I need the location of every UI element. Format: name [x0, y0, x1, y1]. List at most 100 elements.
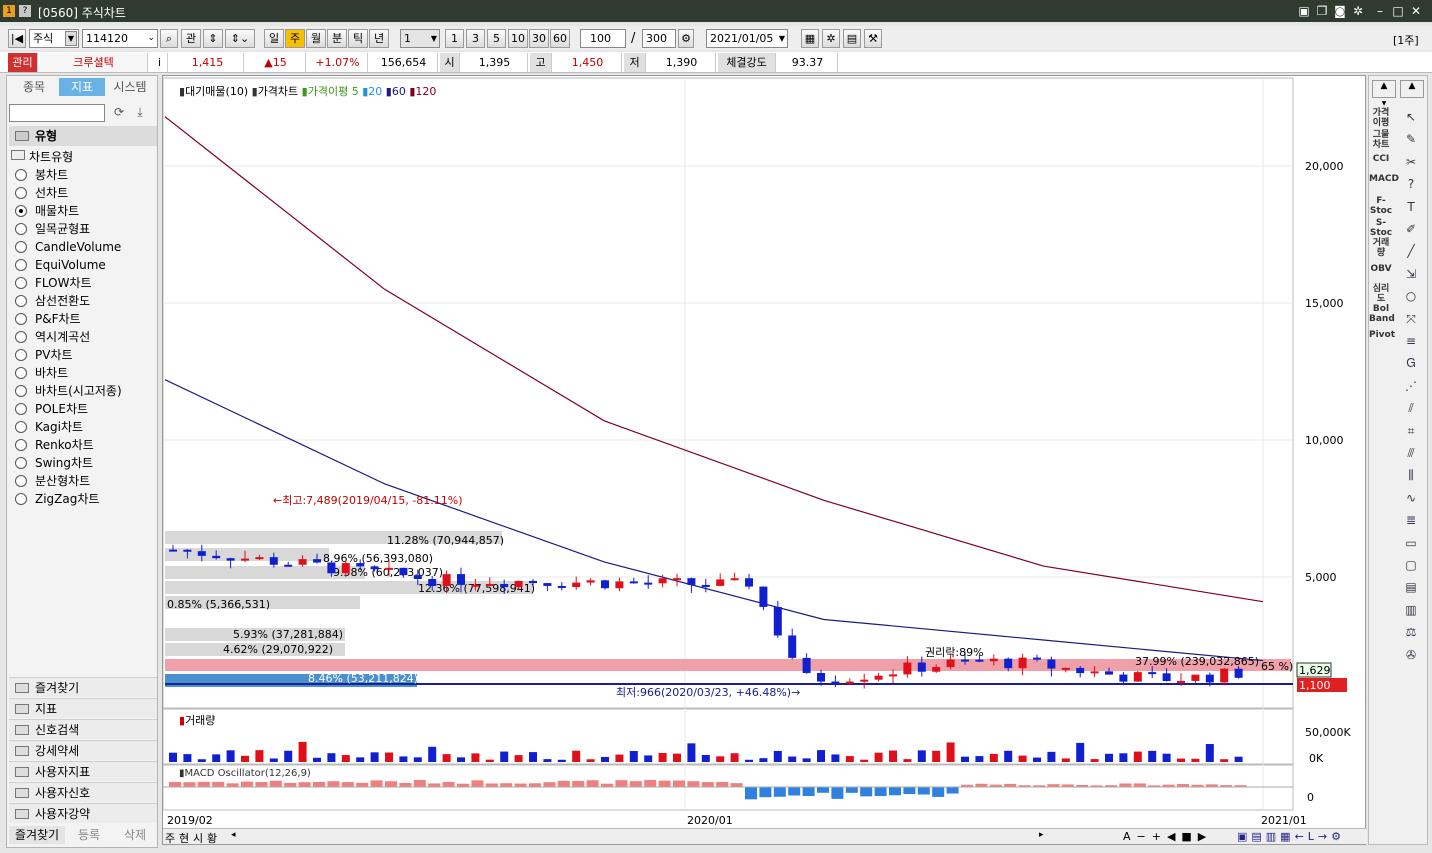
radio-button[interactable] [15, 241, 27, 253]
swap-icon[interactable]: ⇕ [203, 29, 223, 48]
radio-button[interactable] [15, 421, 27, 433]
search-icon[interactable]: ⌕ [160, 29, 178, 48]
chart-type-item[interactable]: EquiVolume [15, 256, 106, 274]
bottom-tab-3[interactable]: 황 [207, 830, 217, 846]
save-icon[interactable]: ▤ [843, 29, 861, 48]
radio-button[interactable] [15, 295, 27, 307]
chart-type-item[interactable]: FLOW차트 [15, 274, 92, 292]
draw-tool-icon[interactable]: ⤧ [1401, 310, 1421, 328]
chart-type-item[interactable]: 삼선전환도 [15, 292, 90, 310]
draw-tool-icon[interactable]: Ꮐ [1401, 354, 1421, 372]
chart-type-item[interactable]: 분산형차트 [15, 472, 90, 490]
chart-type-group[interactable]: 차트유형 [11, 148, 73, 165]
draw-tool-icon[interactable]: ⌗ [1401, 422, 1421, 440]
info-icon[interactable]: i [152, 53, 168, 72]
zoom-input[interactable]: 100 [580, 29, 626, 48]
chart-type-item[interactable]: 역시계곡선 [15, 328, 90, 346]
folder-item[interactable]: 사용자지표 [9, 761, 157, 781]
draw-tool-icon[interactable]: ▭ [1401, 534, 1421, 552]
chart-type-item[interactable]: PV차트 [15, 346, 73, 364]
indicator-button[interactable]: MACD [1369, 174, 1399, 184]
draw-tool-icon[interactable]: ○ [1401, 287, 1421, 305]
indicator-button[interactable]: Pivot [1369, 330, 1395, 340]
tab-system[interactable]: 시스템 [105, 78, 155, 96]
draw-tool-icon[interactable]: ✎ [1401, 130, 1421, 148]
num-10[interactable]: 10 [508, 29, 528, 48]
camera-icon[interactable]: ◙ [1332, 3, 1348, 19]
spin-icon[interactable]: ⇕⌄ [225, 29, 255, 48]
draw-tool-icon[interactable]: ⫻ [1401, 444, 1421, 462]
folder-item[interactable]: 사용자신호 [9, 782, 157, 802]
scroll-up-icon[interactable]: ▲ [1372, 80, 1396, 98]
indicator-button[interactable]: 거래량 [1369, 238, 1393, 258]
draw-tool-icon[interactable]: ∿ [1401, 489, 1421, 507]
draw-tool-icon[interactable]: ✐ [1401, 220, 1421, 238]
draw-tool-icon[interactable]: ▢ [1401, 556, 1421, 574]
search-input[interactable] [9, 104, 105, 122]
draw-tool-icon[interactable]: ? [1401, 175, 1421, 193]
bottom-tab-0[interactable]: 주 [165, 830, 175, 846]
radio-button[interactable] [15, 457, 27, 469]
indicator-button[interactable]: 심리도 [1369, 284, 1393, 304]
draw-tool-icon[interactable]: ≡ [1401, 332, 1421, 350]
period-week[interactable]: 주 [285, 29, 305, 48]
radio-button[interactable] [15, 331, 27, 343]
folder-item[interactable]: 강세약세 [9, 740, 157, 760]
chart-scrollbar[interactable]: 주 현 시 황 ◂ ▸ A−+◀■▶ ▣▤▥▦←L→⚙ [163, 828, 1367, 846]
chart-type-item[interactable]: 바차트(시고저종) [15, 382, 122, 400]
folder-item[interactable]: 즐겨찾기 [9, 677, 157, 697]
indicator-button[interactable]: CCI [1369, 154, 1393, 164]
scroll-down-icon[interactable]: ▼ [1372, 100, 1396, 107]
indicator-button[interactable]: S-Stoc [1369, 218, 1393, 238]
indicator-button[interactable]: Bol Band [1369, 304, 1395, 324]
delete-button[interactable]: 삭제 [113, 826, 157, 844]
chart-type-item[interactable]: POLE차트 [15, 400, 88, 418]
tool-icon[interactable]: ⚒ [864, 29, 882, 48]
draw-tool-icon[interactable]: ⫼ [1401, 466, 1421, 484]
chart-type-item[interactable]: 매물차트 [15, 202, 79, 220]
link-icon[interactable]: ▣ [1296, 3, 1312, 19]
chart-type-item[interactable]: Renko차트 [15, 436, 94, 454]
period-month[interactable]: 월 [306, 29, 326, 48]
close-icon[interactable]: ✕ [1408, 3, 1424, 19]
minimize-icon[interactable]: – [1372, 3, 1388, 19]
chart-nav-icons[interactable]: A−+◀■▶ [1123, 830, 1212, 843]
gear-icon[interactable]: ✲ [822, 29, 840, 48]
gear-icon[interactable]: ✲ [1350, 3, 1366, 19]
radio-button[interactable] [15, 475, 27, 487]
radio-button[interactable] [15, 187, 27, 199]
draw-tool-icon[interactable]: ✇ [1401, 646, 1421, 664]
draw-tool-icon[interactable]: ≣ [1401, 511, 1421, 529]
scroll-right-icon[interactable]: ▸ [1039, 830, 1044, 840]
radio-button[interactable] [15, 313, 27, 325]
indicator-button[interactable]: 그물차트 [1369, 130, 1393, 150]
chart-type-icon[interactable]: ▦ [801, 29, 819, 48]
chart-type-item[interactable]: P&F차트 [15, 310, 81, 328]
radio-button[interactable] [15, 259, 27, 271]
chevron-down-icon[interactable]: ▼ [65, 31, 77, 46]
code-input[interactable]: 114120 ⌄ [82, 29, 158, 48]
draw-tool-icon[interactable]: ⚖ [1401, 623, 1421, 641]
period-tick[interactable]: 틱 [348, 29, 368, 48]
draw-tool-icon[interactable]: ⋰ [1401, 377, 1421, 395]
num-3[interactable]: 3 [466, 29, 485, 48]
chart-svg[interactable]: 20,000 15,000 10,000 5,000 11.28% (70,944,85… [163, 76, 1367, 846]
copy-icon[interactable]: ❐ [1314, 3, 1330, 19]
num-60[interactable]: 60 [550, 29, 570, 48]
draw-tool-icon[interactable]: ╱ [1401, 242, 1421, 260]
unit-select[interactable]: 1 ▼ [400, 29, 440, 48]
scroll-left-icon[interactable]: ◂ [231, 830, 236, 840]
bottom-tab-2[interactable]: 시 [193, 830, 203, 846]
register-button[interactable]: 등록 [67, 826, 111, 844]
radio-button[interactable] [15, 385, 27, 397]
radio-button[interactable] [15, 349, 27, 361]
folder-item[interactable]: 지표 [9, 698, 157, 718]
num-1[interactable]: 1 [445, 29, 464, 48]
chart-type-item[interactable]: CandleVolume [15, 238, 121, 256]
maximize-icon[interactable]: □ [1390, 3, 1406, 19]
bottom-tab-1[interactable]: 현 [179, 830, 189, 846]
radio-button[interactable] [15, 205, 27, 217]
indicator-button[interactable]: 가격이평 [1369, 108, 1393, 128]
period-year[interactable]: 년 [369, 29, 389, 48]
draw-tool-icon[interactable]: ⫽ [1401, 399, 1421, 417]
